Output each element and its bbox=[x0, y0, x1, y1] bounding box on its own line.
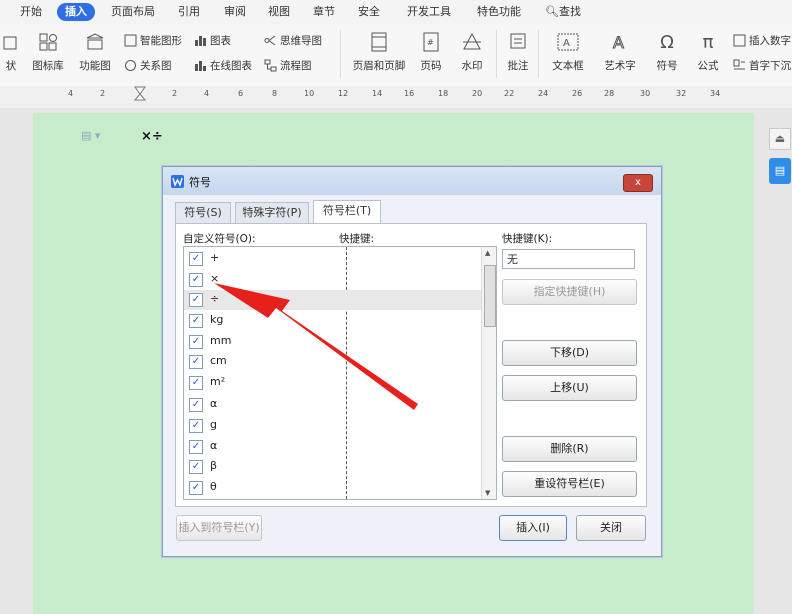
arrow-shape bbox=[214, 283, 418, 410]
annotation-arrow-icon bbox=[214, 283, 418, 410]
